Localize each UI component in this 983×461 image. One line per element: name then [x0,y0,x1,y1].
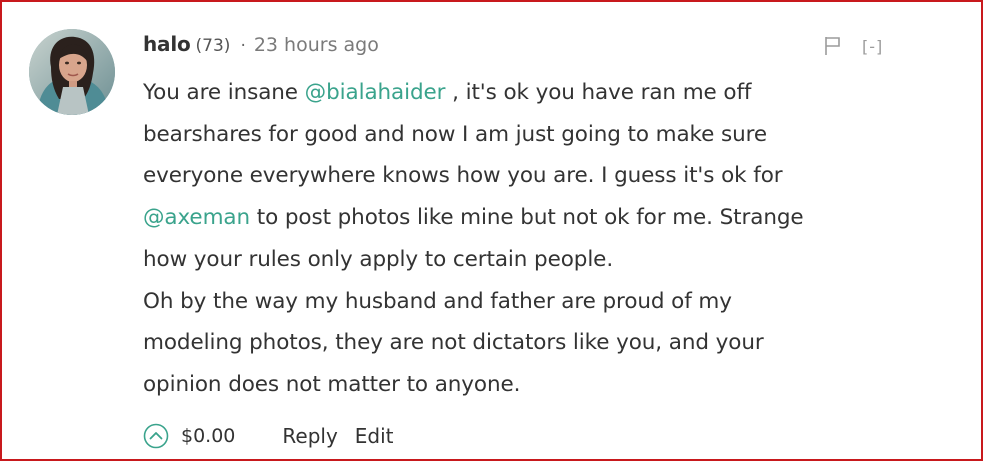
header-separator: · [240,36,246,56]
comment-text: You are insane [143,80,305,105]
comment-line: Oh by the way my husband and father are … [143,288,732,314]
comment-line: You are insane @bialahaider , it's ok yo… [143,72,943,114]
avatar-photo-icon [29,29,115,115]
chevron-up-circle-icon[interactable] [143,423,169,449]
comment-line: modeling photos, they are not dictators … [143,330,764,356]
payout-value[interactable]: $0.00 [181,425,235,447]
edit-button[interactable]: Edit [355,424,394,448]
comment-footer: $0.00 Reply Edit [143,420,394,452]
comment-header: halo (73) · 23 hours ago [143,32,379,60]
user-avatar[interactable] [29,29,115,115]
comment-text: to post photos like mine but not ok for … [250,205,804,231]
author-username[interactable]: halo [143,32,191,56]
comment-line: how your rules only apply to certain peo… [143,246,614,272]
flag-icon[interactable] [824,36,842,56]
author-reputation: (73) [195,36,231,56]
comment-line: bearshares for good and now I am just go… [143,121,768,147]
comment-timestamp[interactable]: 23 hours ago [254,34,379,56]
mention-link[interactable]: @axeman [143,205,250,230]
reply-button[interactable]: Reply [282,424,337,448]
comment-line: everyone everywhere knows how you are. I… [143,163,783,189]
comment-body: You are insane @bialahaider , it's ok yo… [143,72,943,406]
comment-card: halo (73) · 23 hours ago [-] You are ins… [0,0,983,461]
comment-line: opinion does not matter to anyone. [143,371,521,397]
comment-line: @axeman to post photos like mine but not… [143,197,943,239]
comment-text: , it's ok you have ran me off [445,80,752,105]
collapse-toggle[interactable]: [-] [862,37,883,56]
comment-top-actions: [-] [824,33,883,59]
mention-link[interactable]: @bialahaider [305,80,446,105]
